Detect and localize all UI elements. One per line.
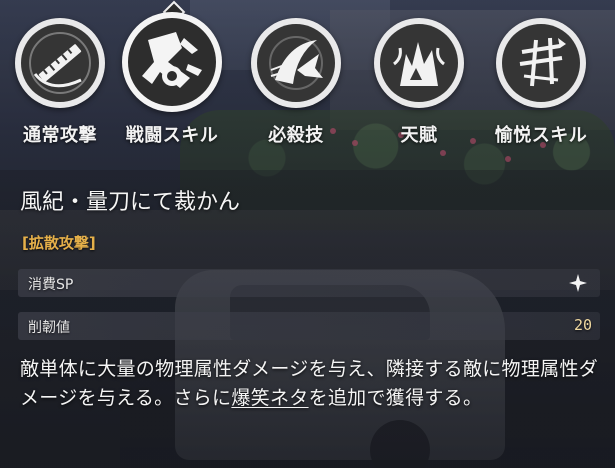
tab-basic-attack[interactable]: 通常攻撃 bbox=[0, 14, 122, 154]
tab-ultimate[interactable]: 必殺技 bbox=[234, 14, 358, 154]
sparkle-icon bbox=[569, 274, 587, 292]
sp-cost-label: 消費SP bbox=[28, 277, 74, 293]
skill-screen: 通常攻撃 戦闘スキル 必殺技 天賦 愉悦スキル 風紀・量刀にて裁かん [拡散攻撃… bbox=[0, 0, 615, 468]
toughness-label: 削韌値 bbox=[28, 320, 70, 336]
tab-ring bbox=[122, 12, 222, 112]
toughness-value: 20 bbox=[573, 316, 592, 334]
ultimate-icon bbox=[257, 24, 335, 102]
tab-label: 天賦 bbox=[400, 125, 438, 146]
tab-ring bbox=[251, 18, 341, 108]
tab-label: 戦闘スキル bbox=[125, 125, 219, 146]
skill-tab-bar: 通常攻撃 戦闘スキル 必殺技 天賦 愉悦スキル bbox=[0, 0, 615, 154]
tab-ring bbox=[374, 18, 464, 108]
keyword-link[interactable]: 爆笑ネタ bbox=[231, 387, 308, 409]
tab-talent[interactable]: 天賦 bbox=[357, 14, 481, 154]
tab-ring bbox=[496, 18, 586, 108]
skill-detail-panel: 風紀・量刀にて裁かん [拡散攻撃] 消費SP 削韌値 20 敵単体に大量の物理属… bbox=[0, 170, 615, 468]
tab-label: 愉悦スキル bbox=[494, 125, 588, 146]
skill-description: 敵単体に大量の物理属性ダメージを与え、隣接する敵に物理属性ダメージを与える。さら… bbox=[20, 355, 600, 413]
sp-cost-row: 消費SP bbox=[18, 269, 600, 297]
talent-icon bbox=[380, 24, 458, 102]
elation-skill-icon bbox=[502, 24, 580, 102]
tab-elation-skill[interactable]: 愉悦スキル bbox=[479, 14, 603, 154]
skill-type-tag: [拡散攻撃] bbox=[22, 234, 96, 252]
description-text: を追加で獲得する。 bbox=[308, 387, 483, 409]
toughness-row: 削韌値 20 bbox=[18, 312, 600, 340]
tab-label: 必殺技 bbox=[268, 125, 324, 146]
skill-icon bbox=[128, 18, 216, 106]
tab-label: 通常攻撃 bbox=[23, 125, 97, 146]
tab-ring bbox=[15, 18, 105, 108]
skill-name: 風紀・量刀にて裁かん bbox=[20, 190, 241, 215]
tab-combat-skill[interactable]: 戦闘スキル bbox=[110, 0, 234, 154]
basic-attack-icon bbox=[21, 24, 99, 102]
